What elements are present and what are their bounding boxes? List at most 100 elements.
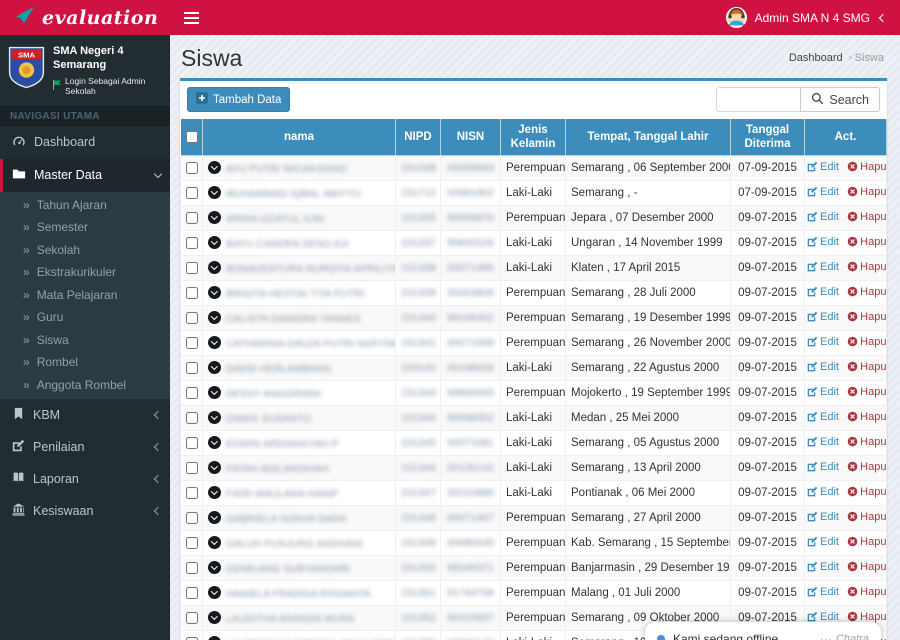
edit-link[interactable]: Edit [807,536,839,548]
expand-row-icon[interactable] [208,411,221,424]
edit-link[interactable]: Edit [807,211,839,223]
sidebar-item-dashboard[interactable]: Dashboard [0,126,170,159]
sidebar-subitem-semester[interactable]: Semester [0,216,170,239]
row-checkbox[interactable] [185,611,198,624]
brand-logo[interactable]: evaluation [0,0,170,35]
hapus-link[interactable]: Hapus [847,261,886,273]
sidebar-subitem-ekstrakurikuler[interactable]: Ekstrakurikuler [0,261,170,284]
row-checkbox[interactable] [185,311,198,324]
user-menu[interactable]: Admin SMA N 4 SMG [725,0,900,35]
edit-link[interactable]: Edit [807,186,839,198]
sidebar-subitem-rombel[interactable]: Rombel [0,351,170,374]
hapus-link[interactable]: Hapus [847,311,886,323]
edit-link[interactable]: Edit [807,336,839,348]
expand-row-icon[interactable] [208,386,221,399]
row-checkbox[interactable] [185,336,198,349]
hapus-link[interactable]: Hapus [847,386,886,398]
sidebar-subitem-mata-pelajaran[interactable]: Mata Pelajaran [0,284,170,307]
edit-link[interactable]: Edit [807,436,839,448]
hapus-link[interactable]: Hapus [847,536,886,548]
expand-row-icon[interactable] [208,461,221,474]
expand-row-icon[interactable] [208,311,221,324]
edit-link[interactable]: Edit [807,236,839,248]
edit-link[interactable]: Edit [807,311,839,323]
sidebar-item-penilaian[interactable]: Penilaian [0,431,170,463]
row-checkbox[interactable] [185,361,198,374]
expand-row-icon[interactable] [208,486,221,499]
row-checkbox[interactable] [185,586,198,599]
sidebar-subitem-guru[interactable]: Guru [0,306,170,329]
sidebar-subitem-anggota-rombel[interactable]: Anggota Rombel [0,374,170,397]
expand-row-icon[interactable] [208,586,221,599]
sidebar-subitem-sekolah[interactable]: Sekolah [0,239,170,262]
sidebar-item-kbm[interactable]: KBM [0,399,170,431]
row-checkbox[interactable] [185,386,198,399]
chat-widget[interactable]: Kami sedang offline. ··· Chatra [645,622,881,640]
sidebar-subitem-tahun-ajaran[interactable]: Tahun Ajaran [0,194,170,217]
hapus-link[interactable]: Hapus [847,511,886,523]
expand-row-icon[interactable] [208,286,221,299]
expand-row-icon[interactable] [208,561,221,574]
hapus-link[interactable]: Hapus [847,211,886,223]
row-checkbox[interactable] [185,511,198,524]
edit-link[interactable]: Edit [807,411,839,423]
row-checkbox[interactable] [185,461,198,474]
expand-row-icon[interactable] [208,636,221,640]
expand-row-icon[interactable] [208,261,221,274]
row-checkbox[interactable] [185,186,198,199]
search-button[interactable]: Search [800,87,880,112]
expand-row-icon[interactable] [208,436,221,449]
expand-row-icon[interactable] [208,186,221,199]
row-checkbox[interactable] [185,486,198,499]
tambah-data-button[interactable]: Tambah Data [187,87,291,112]
hapus-link[interactable]: Hapus [847,436,886,448]
expand-row-icon[interactable] [208,336,221,349]
edit-link[interactable]: Edit [807,561,839,573]
hapus-link[interactable]: Hapus [847,236,886,248]
edit-link[interactable]: Edit [807,511,839,523]
expand-row-icon[interactable] [208,161,221,174]
hapus-link[interactable]: Hapus [847,486,886,498]
row-checkbox[interactable] [185,236,198,249]
expand-row-icon[interactable] [208,361,221,374]
select-all-checkbox[interactable] [185,130,198,143]
row-checkbox[interactable] [185,286,198,299]
hapus-link[interactable]: Hapus [847,411,886,423]
row-checkbox[interactable] [185,161,198,174]
expand-row-icon[interactable] [208,511,221,524]
hapus-link[interactable]: Hapus [847,586,886,598]
row-checkbox[interactable] [185,436,198,449]
search-input[interactable] [716,87,801,112]
edit-link[interactable]: Edit [807,161,839,173]
sidebar-item-laporan[interactable]: Laporan [0,463,170,495]
hapus-link[interactable]: Hapus [847,611,886,623]
row-checkbox[interactable] [185,211,198,224]
edit-link[interactable]: Edit [807,486,839,498]
edit-link[interactable]: Edit [807,586,839,598]
edit-link[interactable]: Edit [807,361,839,373]
row-checkbox[interactable] [185,261,198,274]
hapus-link[interactable]: Hapus [847,461,886,473]
sidebar-subitem-siswa[interactable]: Siswa [0,329,170,352]
edit-link[interactable]: Edit [807,286,839,298]
expand-row-icon[interactable] [208,536,221,549]
edit-link[interactable]: Edit [807,261,839,273]
sidebar-item-master-data[interactable]: Master Data [0,158,170,192]
sidebar-item-kesiswaan[interactable]: Kesiswaan [0,495,170,527]
expand-row-icon[interactable] [208,211,221,224]
hapus-link[interactable]: Hapus [847,336,886,348]
edit-link[interactable]: Edit [807,461,839,473]
edit-link[interactable]: Edit [807,386,839,398]
hapus-link[interactable]: Hapus [847,361,886,373]
expand-row-icon[interactable] [208,236,221,249]
hapus-link[interactable]: Hapus [847,561,886,573]
hapus-link[interactable]: Hapus [847,161,886,173]
expand-row-icon[interactable] [208,611,221,624]
row-checkbox[interactable] [185,411,198,424]
hapus-link[interactable]: Hapus [847,186,886,198]
edit-link[interactable]: Edit [807,611,839,623]
breadcrumb-dashboard-link[interactable]: Dashboard [789,52,843,64]
sidebar-toggle-button[interactable] [170,0,212,35]
row-checkbox[interactable] [185,561,198,574]
row-checkbox[interactable] [185,536,198,549]
